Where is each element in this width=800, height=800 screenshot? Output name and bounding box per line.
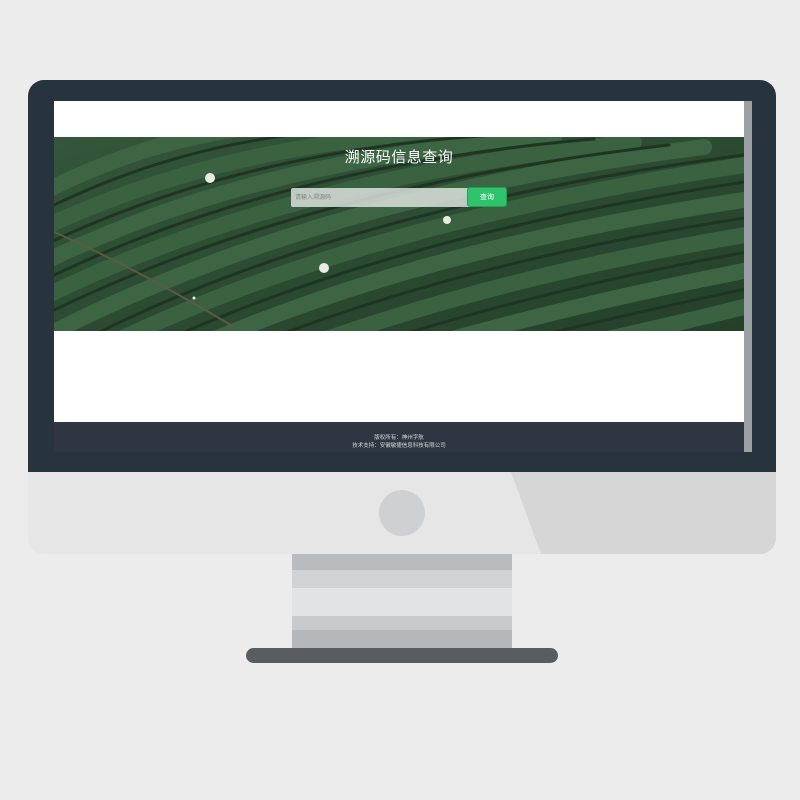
screen-edge (744, 101, 752, 452)
hero-banner: 溯源码信息查询 查询 (54, 137, 744, 331)
monitor-stand (292, 554, 512, 650)
top-header (54, 101, 744, 137)
monitor-mockup: 溯源码信息查询 查询 版权所有：神州字航 技术支持：安徽敏捷信息科技有限公司 (0, 0, 800, 800)
monitor-base (246, 648, 558, 663)
screen: 溯源码信息查询 查询 版权所有：神州字航 技术支持：安徽敏捷信息科技有限公司 (54, 101, 744, 452)
support-text: 技术支持：安徽敏捷信息科技有限公司 (352, 443, 446, 449)
power-button-icon (379, 490, 425, 536)
query-button[interactable]: 查询 (467, 187, 507, 207)
page-title: 溯源码信息查询 (344, 148, 454, 166)
traceability-code-input[interactable] (291, 188, 472, 207)
chin-shadow (511, 472, 776, 554)
footer: 版权所有：神州字航 技术支持：安徽敏捷信息科技有限公司 (54, 422, 744, 452)
copyright-text: 版权所有：神州字航 (374, 435, 424, 441)
monitor-chin (28, 472, 776, 554)
content-area (54, 331, 744, 422)
